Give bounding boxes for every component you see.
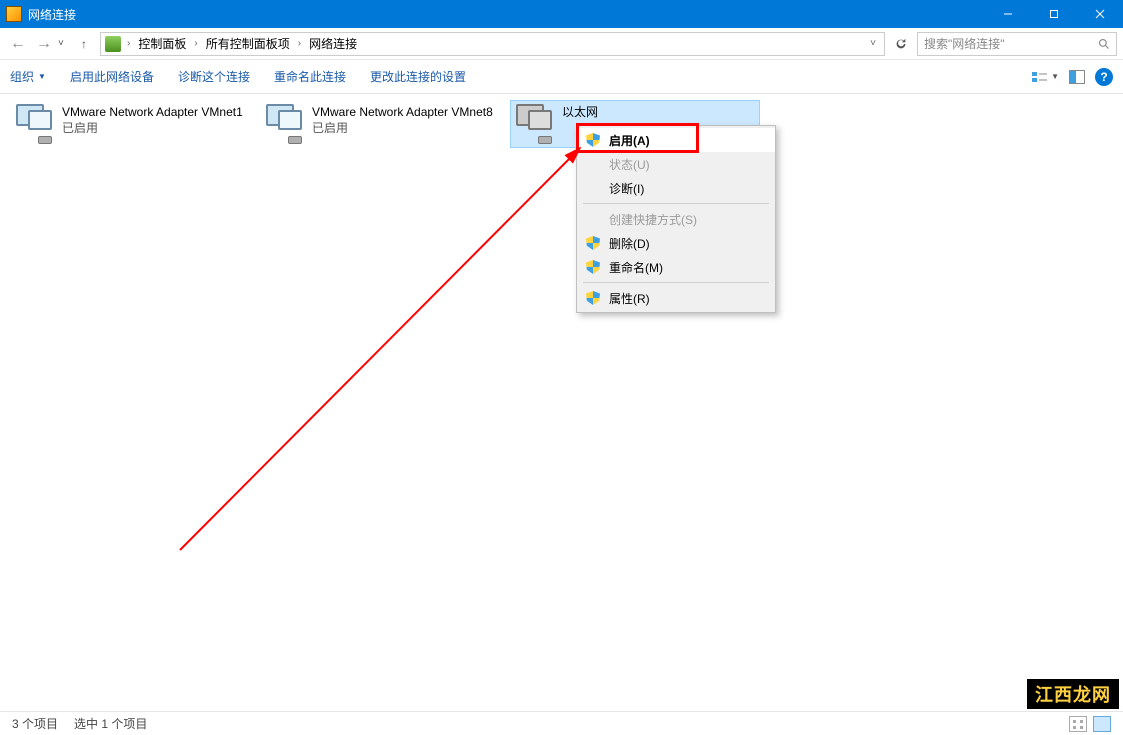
nav-up-button[interactable]: ↑ [72,32,96,56]
close-button[interactable] [1077,0,1123,28]
adapter-name: VMware Network Adapter VMnet8 [312,104,493,120]
ctx-enable-label: 启用(A) [609,132,650,149]
adapter-item-vmnet1[interactable]: VMware Network Adapter VMnet1 已启用 [10,100,260,148]
network-adapter-icon [514,104,554,144]
ctx-rename[interactable]: 重命名(M) [577,255,775,279]
search-icon [1098,38,1110,50]
address-bar: ← → ˅ ↑ › 控制面板 › 所有控制面板项 › 网络连接 ˅ 搜索"网络连… [0,28,1123,60]
preview-pane-button[interactable] [1069,70,1085,84]
content-area: VMware Network Adapter VMnet1 已启用 VMware… [0,94,1123,711]
chevron-right-icon: › [298,38,301,49]
breadcrumb-leaf[interactable]: 网络连接 [307,35,359,52]
view-details-button[interactable] [1093,716,1111,732]
ctx-rename-label: 重命名(M) [609,259,663,276]
search-input[interactable]: 搜索"网络连接" [917,32,1117,56]
ctx-diagnose[interactable]: 诊断(I) [577,176,775,200]
adapter-name: 以太网 [562,104,598,120]
watermark: 江西龙网 [1027,679,1119,709]
ctx-enable[interactable]: 启用(A) [577,128,775,152]
ctx-diagnose-label: 诊断(I) [609,180,644,197]
chevron-down-icon: ▼ [38,72,46,81]
rename-command[interactable]: 重命名此连接 [274,68,346,85]
status-item-count: 3 个项目 [12,715,58,732]
adapter-name: VMware Network Adapter VMnet1 [62,104,243,120]
adapter-item-vmnet8[interactable]: VMware Network Adapter VMnet8 已启用 [260,100,510,148]
maximize-button[interactable] [1031,0,1077,28]
status-selected-count: 选中 1 个项目 [74,715,147,732]
network-adapter-icon [264,104,304,144]
menu-separator [583,203,769,204]
ctx-shortcut-label: 创建快捷方式(S) [609,211,697,228]
adapter-status: 已启用 [62,120,243,136]
breadcrumb-path[interactable]: › 控制面板 › 所有控制面板项 › 网络连接 ˅ [100,32,885,56]
minimize-button[interactable] [985,0,1031,28]
ctx-delete-label: 删除(D) [609,235,650,252]
organize-menu[interactable]: 组织 ▼ [10,68,46,85]
menu-separator [583,282,769,283]
breadcrumb-root[interactable]: 控制面板 [136,35,188,52]
change-settings-command[interactable]: 更改此连接的设置 [370,68,466,85]
view-options-button[interactable]: ▼ [1031,70,1059,84]
context-menu: 启用(A) 状态(U) 诊断(I) 创建快捷方式(S) 删除(D) 重命名(M)… [576,125,776,313]
ctx-properties-label: 属性(R) [609,290,650,307]
enable-device-command[interactable]: 启用此网络设备 [70,68,154,85]
ctx-properties[interactable]: 属性(R) [577,286,775,310]
chevron-right-icon: › [194,38,197,49]
ctx-shortcut: 创建快捷方式(S) [577,207,775,231]
command-bar: 组织 ▼ 启用此网络设备 诊断这个连接 重命名此连接 更改此连接的设置 ▼ ? [0,60,1123,94]
diagnose-command[interactable]: 诊断这个连接 [178,68,250,85]
app-icon [6,6,22,22]
chevron-right-icon: › [127,38,130,49]
nav-forward-button[interactable]: → [32,32,56,56]
window-controls [985,0,1123,28]
ctx-status-label: 状态(U) [609,156,650,173]
organize-label: 组织 [10,68,34,85]
control-panel-icon [105,36,121,52]
shield-icon [585,290,601,306]
shield-icon [585,132,601,148]
title-bar: 网络连接 [0,0,1123,28]
breadcrumb-mid[interactable]: 所有控制面板项 [204,35,292,52]
shield-icon [585,259,601,275]
shield-icon [585,235,601,251]
nav-history-dropdown[interactable]: ˅ [58,38,70,49]
refresh-button[interactable] [889,32,913,56]
help-button[interactable]: ? [1095,68,1113,86]
adapter-status: 已启用 [312,120,493,136]
ctx-status: 状态(U) [577,152,775,176]
ctx-delete[interactable]: 删除(D) [577,231,775,255]
network-adapter-icon [14,104,54,144]
path-dropdown[interactable]: ˅ [866,38,880,49]
nav-back-button[interactable]: ← [6,32,30,56]
status-bar: 3 个项目 选中 1 个项目 [0,711,1123,735]
window-title: 网络连接 [28,6,76,23]
search-placeholder: 搜索"网络连接" [924,35,1005,52]
view-large-icons-button[interactable] [1069,716,1087,732]
